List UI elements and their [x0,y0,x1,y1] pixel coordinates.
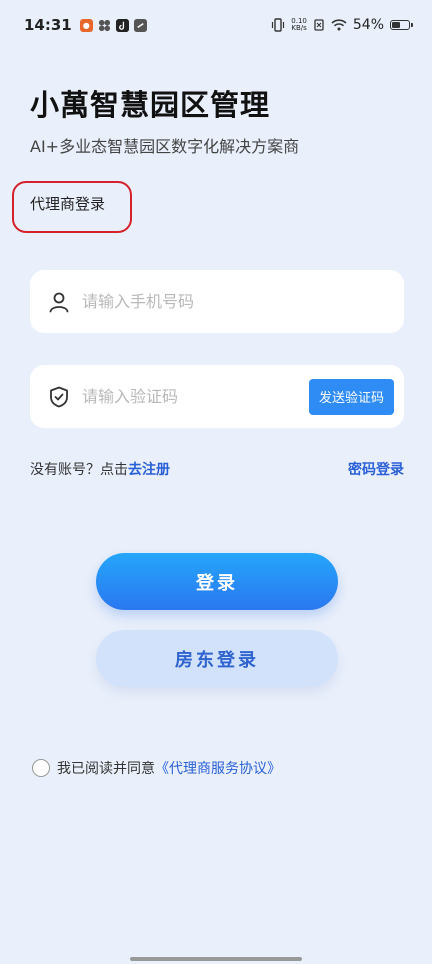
app-notification-icon: ● [79,18,93,32]
tiktok-icon [115,18,129,32]
battery-percent: 54% [352,17,384,33]
agreement-prefix: 我已阅读并同意 [57,761,155,777]
agreement-row: 我已阅读并同意 《代理商服务协议》 [32,758,281,778]
phone-input[interactable] [82,292,394,311]
fan-app-icon [98,19,110,31]
landlord-login-button[interactable]: 房东登录 [96,630,338,687]
battery-level-fill [392,22,400,28]
agreement-link[interactable]: 《代理商服务协议》 [155,758,281,778]
network-speed: 0.10 KB/s [291,18,307,32]
network-speed-unit: KB/s [291,24,307,32]
agreement-checkbox[interactable] [32,759,50,777]
app-title: 小萬智慧园区管理 [30,88,271,122]
vibrate-icon [272,18,285,32]
phone-input-card[interactable] [30,270,404,333]
battery-icon [390,20,413,30]
login-button[interactable]: 登录 [96,553,338,610]
register-link[interactable]: 去注册 [128,462,170,478]
wifi-icon [331,19,347,31]
app-subtitle: AI+多业态智慧园区数字化解决方案商 [30,137,300,156]
home-indicator[interactable] [130,957,302,961]
status-system-icons: 0.10 KB/s 54% [271,17,413,33]
register-prompt: 没有账号？点击去注册 [30,459,170,479]
user-icon [48,291,70,313]
status-time: 14:31 [24,16,72,34]
agent-login-label: 代理商登录 [30,195,106,213]
register-prompt-text: 没有账号？点击 [30,462,128,478]
password-login-link[interactable]: 密码登录 [348,459,404,479]
verification-code-input[interactable] [82,387,309,406]
code-input-card[interactable]: 发送验证码 [30,365,404,428]
send-code-button[interactable]: 发送验证码 [308,378,394,415]
link-app-icon [133,18,147,32]
sim-off-icon [314,19,324,31]
shield-check-icon [48,386,70,408]
status-bar: 14:31 ● 0.10 KB/s 54% [0,0,432,50]
status-notification-icons: ● [79,18,147,32]
